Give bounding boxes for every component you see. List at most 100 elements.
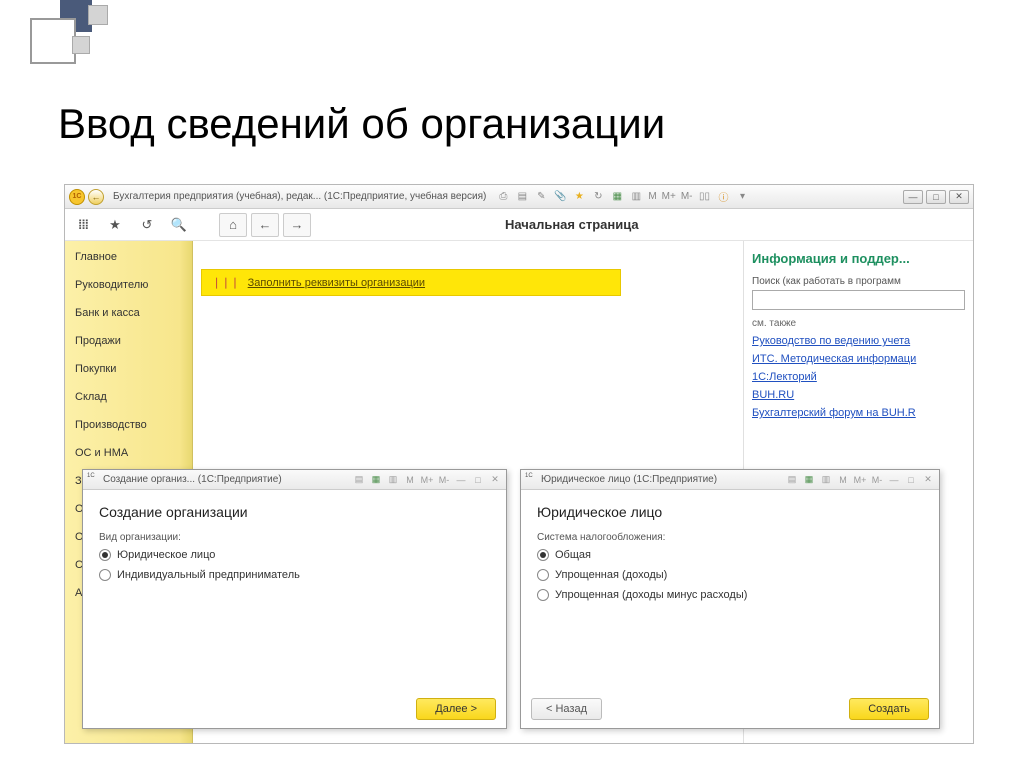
main-toolbar: ⁞⁞⁞ ★ ↺ 🔍 ⌂ ← → Начальная страница xyxy=(65,209,973,241)
dlg1-mminus[interactable]: M- xyxy=(437,473,451,487)
radio-icon xyxy=(537,569,549,581)
radio-tax-general[interactable]: Общая xyxy=(537,549,923,561)
slide-decor xyxy=(0,0,115,55)
dlg2-cal-icon[interactable]: ▥ xyxy=(819,473,833,487)
info-heading: Информация и поддер... xyxy=(752,251,965,266)
tool-icon[interactable]: ✎ xyxy=(533,189,549,205)
main-titlebar: 1C ← Бухгалтерия предприятия (учебная), … xyxy=(65,185,973,209)
close-button[interactable]: ✕ xyxy=(949,190,969,204)
favorite-icon[interactable]: ★ xyxy=(571,189,587,205)
clip-icon[interactable]: 📎 xyxy=(552,189,568,205)
dlg1-tool-icon[interactable]: ▤ xyxy=(352,473,366,487)
radio-icon xyxy=(99,569,111,581)
dialog2-title: Юридическое лицо (1С:Предприятие) xyxy=(541,474,717,485)
dlg2-max-button[interactable]: □ xyxy=(904,473,918,487)
dlg1-calc-icon[interactable]: ▦ xyxy=(369,473,383,487)
search-input[interactable] xyxy=(752,290,965,310)
back-round-button[interactable]: ← xyxy=(88,189,104,205)
calc-icon[interactable]: ▦ xyxy=(609,189,625,205)
radio-icon xyxy=(537,549,549,561)
minimize-button[interactable]: — xyxy=(903,190,923,204)
home-button[interactable]: ⌂ xyxy=(219,213,247,237)
legal-entity-dialog: 1C Юридическое лицо (1С:Предприятие) ▤ ▦… xyxy=(520,469,940,729)
fill-org-link[interactable]: Заполнить реквизиты организации xyxy=(248,277,425,289)
sidebar-item-manager[interactable]: Руководителю xyxy=(65,271,192,299)
dlg1-cal-icon[interactable]: ▥ xyxy=(386,473,400,487)
mem-m[interactable]: M xyxy=(647,191,657,202)
sidebar-item-main[interactable]: Главное xyxy=(65,243,192,271)
refresh-icon[interactable]: ↻ xyxy=(590,189,606,205)
panel-icon[interactable]: ▯▯ xyxy=(697,189,713,205)
dlg2-close-button[interactable]: ✕ xyxy=(921,473,935,487)
dialog2-field-label: Система налогообложения: xyxy=(537,532,923,543)
mem-mminus[interactable]: M- xyxy=(680,191,694,202)
dlg1-m[interactable]: M xyxy=(403,473,417,487)
dialog1-titlebar: 1C Создание организ... (1С:Предприятие) … xyxy=(83,470,506,490)
radio-legal-entity[interactable]: Юридическое лицо xyxy=(99,549,490,561)
radio-tax-simple-net[interactable]: Упрощенная (доходы минус расходы) xyxy=(537,589,923,601)
logo-1c-icon: 1C xyxy=(87,473,100,486)
help-link-buhru[interactable]: BUH.RU xyxy=(752,389,965,401)
dlg1-close-button[interactable]: ✕ xyxy=(488,473,502,487)
dlg2-min-button[interactable]: — xyxy=(887,473,901,487)
radio-label: Общая xyxy=(555,549,591,561)
radio-label: Юридическое лицо xyxy=(117,549,215,561)
radio-tax-simple-income[interactable]: Упрощенная (доходы) xyxy=(537,569,923,581)
next-button[interactable]: Далее > xyxy=(416,698,496,720)
search-button[interactable]: 🔍 xyxy=(165,213,193,237)
create-button[interactable]: Создать xyxy=(849,698,929,720)
see-also-label: см. также xyxy=(752,318,965,329)
sidebar-item-production[interactable]: Производство xyxy=(65,411,192,439)
dlg2-tool-icon[interactable]: ▤ xyxy=(785,473,799,487)
apps-grid-button[interactable]: ⁞⁞⁞ xyxy=(69,213,97,237)
dropdown-icon[interactable]: ▾ xyxy=(735,189,751,205)
info-icon[interactable]: ⓘ xyxy=(716,189,732,205)
dlg2-calc-icon[interactable]: ▦ xyxy=(802,473,816,487)
logo-1c-icon: 1C xyxy=(69,189,85,205)
dialog1-heading: Создание организации xyxy=(99,504,490,520)
mem-mplus[interactable]: M+ xyxy=(661,191,677,202)
dialog1-title: Создание организ... (1С:Предприятие) xyxy=(103,474,282,485)
sidebar-item-sales[interactable]: Продажи xyxy=(65,327,192,355)
doc-icon[interactable]: ▤ xyxy=(514,189,530,205)
star-button[interactable]: ★ xyxy=(101,213,129,237)
dlg1-min-button[interactable]: — xyxy=(454,473,468,487)
radio-icon xyxy=(99,549,111,561)
sidebar-item-bank[interactable]: Банк и касса xyxy=(65,299,192,327)
nav-back-button[interactable]: ← xyxy=(251,213,279,237)
sidebar-item-purchases[interactable]: Покупки xyxy=(65,355,192,383)
print-icon[interactable]: ⎙ xyxy=(495,189,511,205)
help-link-guide[interactable]: Руководство по ведению учета xyxy=(752,335,965,347)
back-button[interactable]: < Назад xyxy=(531,698,602,720)
dlg1-max-button[interactable]: □ xyxy=(471,473,485,487)
maximize-button[interactable]: □ xyxy=(926,190,946,204)
create-org-dialog: 1C Создание организ... (1С:Предприятие) … xyxy=(82,469,507,729)
radio-individual[interactable]: Индивидуальный предприниматель xyxy=(99,569,490,581)
warning-icon: ❘❘❘ xyxy=(212,276,240,289)
dialog1-field-label: Вид организации: xyxy=(99,532,490,543)
sidebar-item-warehouse[interactable]: Склад xyxy=(65,383,192,411)
dlg2-mminus[interactable]: M- xyxy=(870,473,884,487)
dlg2-m[interactable]: M xyxy=(836,473,850,487)
calendar-icon[interactable]: ▥ xyxy=(628,189,644,205)
radio-icon xyxy=(537,589,549,601)
page-title: Начальная страница xyxy=(505,217,639,232)
history-button[interactable]: ↺ xyxy=(133,213,161,237)
nav-fwd-button[interactable]: → xyxy=(283,213,311,237)
dlg1-mplus[interactable]: M+ xyxy=(420,473,434,487)
dialog2-titlebar: 1C Юридическое лицо (1С:Предприятие) ▤ ▦… xyxy=(521,470,939,490)
dlg2-mplus[interactable]: M+ xyxy=(853,473,867,487)
help-link-its[interactable]: ИТС. Методическая информаци xyxy=(752,353,965,365)
help-link-lectures[interactable]: 1С:Лекторий xyxy=(752,371,965,383)
radio-label: Упрощенная (доходы) xyxy=(555,569,667,581)
logo-1c-icon: 1C xyxy=(525,473,538,486)
search-label: Поиск (как работать в программ xyxy=(752,276,965,287)
window-title: Бухгалтерия предприятия (учебная), редак… xyxy=(107,191,492,202)
slide-title: Ввод сведений об организации xyxy=(58,100,665,148)
sidebar-item-assets[interactable]: ОС и НМА xyxy=(65,439,192,467)
radio-label: Упрощенная (доходы минус расходы) xyxy=(555,589,747,601)
dialog2-heading: Юридическое лицо xyxy=(537,504,923,520)
radio-label: Индивидуальный предприниматель xyxy=(117,569,300,581)
help-link-forum[interactable]: Бухгалтерский форум на BUH.R xyxy=(752,407,965,419)
fill-org-banner: ❘❘❘ Заполнить реквизиты организации xyxy=(201,269,621,296)
